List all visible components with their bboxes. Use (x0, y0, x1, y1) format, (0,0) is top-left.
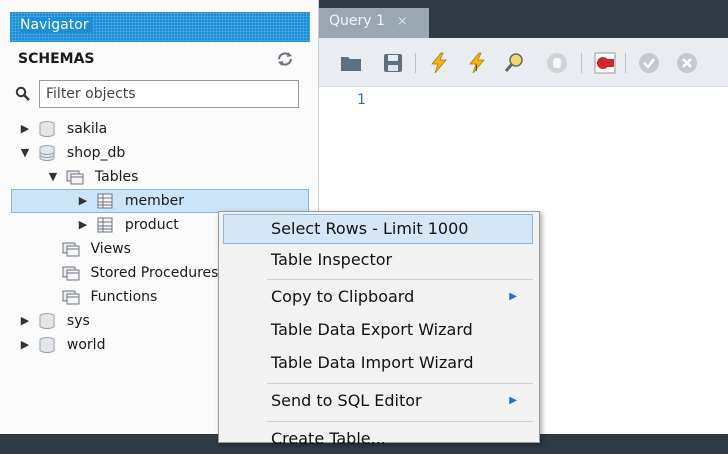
tree-item-sakila[interactable]: ▶ sakila (18, 118, 107, 140)
database-icon (39, 337, 55, 353)
rollback-icon[interactable] (675, 51, 699, 75)
menu-item-create-table[interactable]: Create Table... (223, 424, 533, 454)
tree-item-functions[interactable]: Functions (60, 286, 157, 308)
editor-toolbar: I (319, 38, 728, 87)
tab-strip: Query 1 × (319, 0, 728, 38)
tree-item-label: sakila (66, 121, 108, 137)
search-icon (15, 86, 30, 101)
tree-item-member[interactable]: ▶ member (76, 190, 184, 212)
tab-label: Query 1 (329, 13, 385, 29)
menu-separator (267, 421, 533, 422)
tree-item-shop-db[interactable]: ▼ shop_db (18, 142, 125, 164)
filter-input[interactable] (39, 80, 299, 108)
explain-icon[interactable] (503, 51, 527, 75)
menu-item-table-data-import-wizard[interactable]: Table Data Import Wizard (223, 348, 533, 378)
commit-icon[interactable] (637, 51, 661, 75)
toolbar-separator (581, 53, 582, 73)
tab-query-1[interactable]: Query 1 × (319, 8, 429, 38)
tree-item-stored-procedures[interactable]: Stored Procedures (60, 262, 218, 284)
toolbar-separator (625, 53, 626, 73)
functions-icon (62, 290, 80, 305)
menu-item-label: Table Inspector (271, 250, 393, 269)
execute-current-icon[interactable]: I (465, 51, 489, 75)
tree-item-label: product (124, 217, 179, 233)
close-tab-icon[interactable]: × (397, 14, 408, 29)
submenu-arrow-icon: ▶ (509, 395, 517, 406)
submenu-arrow-icon: ▶ (509, 291, 517, 302)
menu-item-copy-to-clipboard[interactable]: Copy to Clipboard ▶ (223, 282, 533, 312)
menu-item-label: Table Data Import Wizard (271, 353, 474, 372)
database-icon (39, 313, 55, 329)
menu-separator (267, 279, 533, 280)
refresh-icon[interactable] (276, 50, 294, 68)
context-menu: Select Rows - Limit 1000 Table Inspector… (218, 211, 540, 448)
menu-item-table-data-export-wizard[interactable]: Table Data Export Wizard (223, 315, 533, 345)
menu-item-select-rows[interactable]: Select Rows - Limit 1000 (223, 214, 533, 244)
expand-arrow-icon[interactable]: ▶ (76, 214, 90, 236)
menu-item-table-inspector[interactable]: Table Inspector (223, 245, 533, 275)
tree-item-label: Views (90, 241, 131, 257)
views-icon (62, 242, 80, 257)
tree-item-tables[interactable]: ▼ Tables (46, 166, 139, 188)
collapse-arrow-icon[interactable]: ▼ (18, 142, 32, 164)
menu-item-label: Select Rows - Limit 1000 (271, 219, 469, 238)
tree-item-label: Tables (94, 169, 139, 185)
tree-item-label: Stored Procedures (90, 265, 219, 281)
toolbar-separator (415, 53, 416, 73)
toggle-error-icon[interactable] (593, 51, 617, 75)
menu-item-label: Table Data Export Wizard (271, 320, 473, 339)
table-group-icon (66, 170, 84, 185)
expand-arrow-icon[interactable]: ▶ (18, 334, 32, 356)
save-icon[interactable] (381, 51, 405, 75)
navigator-title-bar: Navigator (10, 12, 310, 42)
menu-item-label: Create Table... (271, 429, 386, 448)
table-icon (97, 217, 113, 233)
tree-item-label: Functions (90, 289, 158, 305)
tree-item-views[interactable]: Views (60, 238, 131, 260)
execute-icon[interactable] (427, 51, 451, 75)
menu-item-label: Copy to Clipboard (271, 287, 415, 306)
expand-arrow-icon[interactable]: ▶ (76, 190, 90, 212)
tree-item-label: world (66, 337, 106, 353)
table-icon (97, 193, 113, 209)
svg-text:I: I (475, 64, 478, 74)
open-folder-icon[interactable] (339, 51, 363, 75)
database-icon (39, 145, 55, 161)
tree-item-product[interactable]: ▶ product (76, 214, 179, 236)
line-number: 1 (357, 92, 366, 108)
stored-procedures-icon (62, 266, 80, 281)
navigator-title: Navigator (20, 17, 93, 33)
tree-item-label: member (124, 193, 185, 209)
filter-box (11, 80, 300, 108)
expand-arrow-icon[interactable]: ▶ (18, 118, 32, 140)
stop-icon[interactable] (545, 51, 569, 75)
schemas-header: SCHEMAS (18, 51, 95, 67)
menu-separator (267, 383, 533, 384)
menu-item-label: Send to SQL Editor (271, 391, 422, 410)
tree-item-label: sys (66, 313, 90, 329)
tree-item-sys[interactable]: ▶ sys (18, 310, 90, 332)
tree-item-world[interactable]: ▶ world (18, 334, 105, 356)
menu-item-send-to-sql-editor[interactable]: Send to SQL Editor ▶ (223, 386, 533, 416)
tree-item-label: shop_db (66, 145, 126, 161)
database-icon (39, 121, 55, 137)
collapse-arrow-icon[interactable]: ▼ (46, 166, 60, 188)
expand-arrow-icon[interactable]: ▶ (18, 310, 32, 332)
